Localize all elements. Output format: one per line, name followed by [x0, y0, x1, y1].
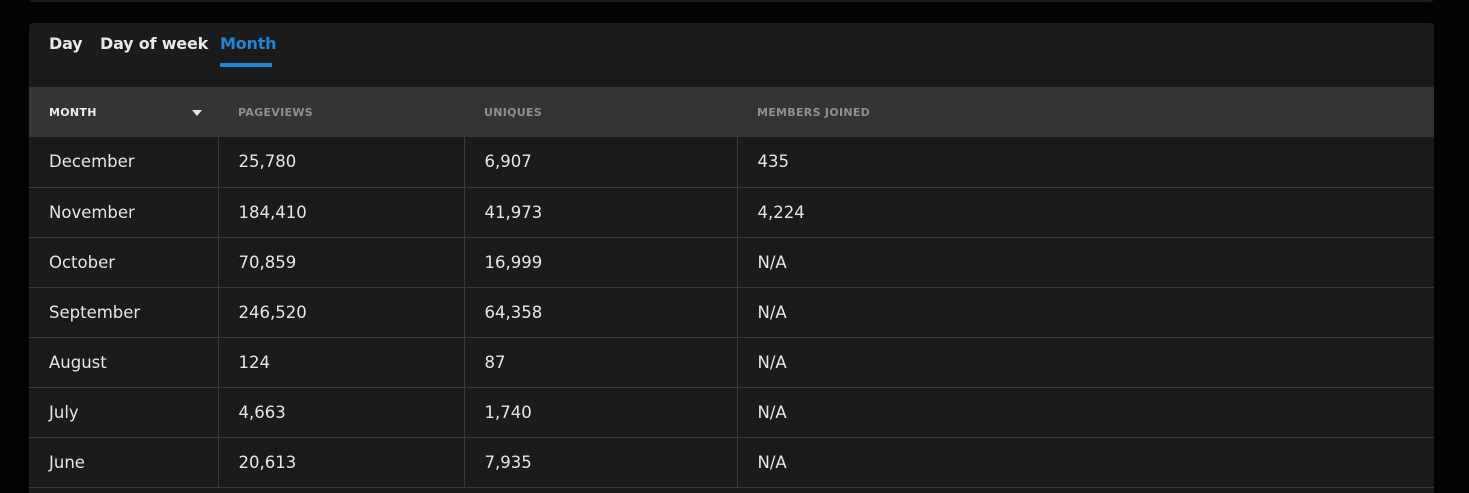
cell-month: August: [29, 337, 218, 388]
active-tab-indicator: [220, 63, 272, 67]
cell-members-joined: N/A: [736, 337, 1434, 388]
table-row: October 70,859 16,999 N/A: [29, 237, 1434, 288]
tab-month[interactable]: Month: [220, 34, 277, 53]
cell-members-joined: 4,224: [736, 187, 1434, 238]
column-header-month[interactable]: MONTH: [29, 87, 218, 137]
cell-month: September: [29, 287, 218, 338]
table-row: August 124 87 N/A: [29, 337, 1434, 388]
traffic-stats-panel: Day Day of week Month MONTH PAGEVIEWS UN…: [29, 23, 1434, 493]
cell-members-joined: 435: [736, 137, 1434, 188]
cell-pageviews: 20,613: [217, 437, 464, 488]
cell-uniques: 64,358: [463, 287, 737, 338]
stats-table: MONTH PAGEVIEWS UNIQUES MEMBERS JOINED D…: [29, 87, 1434, 488]
cell-pageviews: 25,780: [217, 137, 464, 188]
cell-month: July: [29, 387, 218, 438]
cell-members-joined: N/A: [736, 437, 1434, 488]
cell-pageviews: 124: [217, 337, 464, 388]
column-header-members-joined[interactable]: MEMBERS JOINED: [737, 87, 1434, 137]
table-row: December 25,780 6,907 435: [29, 137, 1434, 188]
table-header-row: MONTH PAGEVIEWS UNIQUES MEMBERS JOINED: [29, 87, 1434, 137]
table-row: July 4,663 1,740 N/A: [29, 387, 1434, 438]
cell-members-joined: N/A: [736, 287, 1434, 338]
cell-month: December: [29, 137, 218, 188]
table-row: June 20,613 7,935 N/A: [29, 437, 1434, 488]
cell-pageviews: 246,520: [217, 287, 464, 338]
cell-month: November: [29, 187, 218, 238]
cell-uniques: 16,999: [463, 237, 737, 288]
table-row: September 246,520 64,358 N/A: [29, 287, 1434, 338]
table-row: November 184,410 41,973 4,224: [29, 187, 1434, 238]
cell-uniques: 41,973: [463, 187, 737, 238]
previous-panel: [29, 0, 1434, 2]
column-header-label: MONTH: [49, 105, 97, 119]
cell-uniques: 7,935: [463, 437, 737, 488]
cell-members-joined: N/A: [736, 237, 1434, 288]
cell-pageviews: 4,663: [217, 387, 464, 438]
cell-uniques: 6,907: [463, 137, 737, 188]
cell-month: October: [29, 237, 218, 288]
tab-day[interactable]: Day: [49, 34, 83, 53]
tab-day-of-week[interactable]: Day of week: [100, 34, 208, 53]
cell-pageviews: 184,410: [217, 187, 464, 238]
cell-uniques: 87: [463, 337, 737, 388]
cell-pageviews: 70,859: [217, 237, 464, 288]
cell-uniques: 1,740: [463, 387, 737, 438]
column-header-pageviews[interactable]: PAGEVIEWS: [218, 87, 464, 137]
cell-month: June: [29, 437, 218, 488]
cell-members-joined: N/A: [736, 387, 1434, 438]
column-header-uniques[interactable]: UNIQUES: [464, 87, 737, 137]
time-period-tabs: Day Day of week Month: [29, 23, 1434, 87]
caret-down-icon[interactable]: [192, 110, 202, 116]
